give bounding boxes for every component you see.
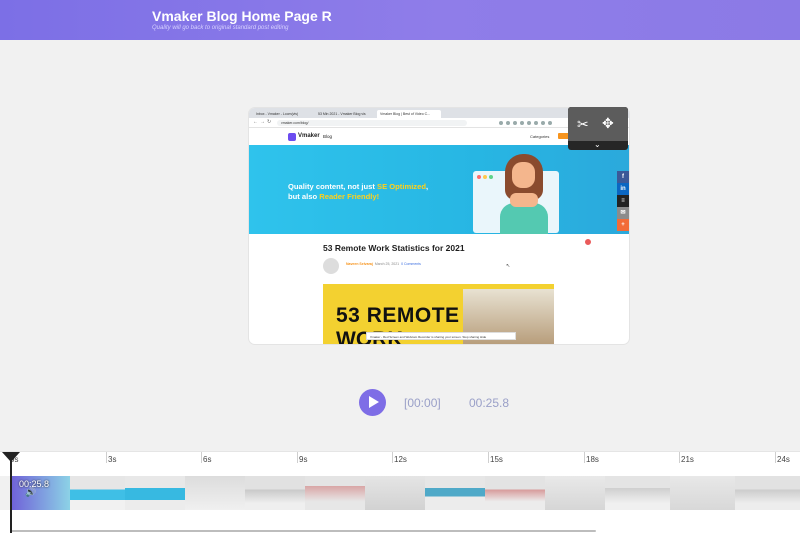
tick-label: 6s: [203, 455, 212, 464]
clip-frame: [185, 476, 245, 510]
browser-tab-active: Vmaker Blog | Best of Video C...: [377, 110, 441, 118]
clip-frame: [735, 476, 800, 510]
tick-label: 12s: [394, 455, 407, 464]
total-time: 00:25.8: [469, 396, 510, 410]
current-time: [00:00]: [404, 396, 441, 410]
clip-frame: [605, 476, 670, 510]
clip-frame: [670, 476, 735, 510]
timeline-scrollbar[interactable]: [10, 530, 596, 532]
clip-frame: [425, 476, 485, 510]
more-share-icon: +: [617, 219, 629, 231]
email-icon: ✉: [617, 207, 629, 219]
chevron-down-icon[interactable]: ⌄: [594, 140, 601, 149]
site-nav-categories: Categories: [530, 134, 550, 139]
browser-tab: Inbox - Vmaker - Loom(vis): [256, 112, 299, 116]
tick-label: 18s: [586, 455, 599, 464]
post-title: 53 Remote Work Statistics for 2021: [323, 243, 465, 253]
screen-share-notification: Vmaker - Red Screen and Webcam Recorder …: [366, 332, 516, 340]
play-button[interactable]: [359, 389, 386, 416]
facebook-icon: f: [617, 171, 629, 183]
clip-frame: [545, 476, 605, 510]
move-icon[interactable]: ✥: [602, 115, 614, 132]
clip-frame: [70, 476, 125, 510]
volume-icon[interactable]: 🔊: [25, 487, 37, 497]
extension-icons: [499, 121, 569, 125]
tick-label: 15s: [490, 455, 503, 464]
clip-frame: [365, 476, 425, 510]
app-header: Vmaker Blog Home Page R Quality will go …: [0, 0, 800, 40]
tick-label: 9s: [299, 455, 308, 464]
browser-tab: 53 Min 2021 - Vmaker Blog vis: [318, 112, 366, 116]
tick-label: 24s: [777, 455, 790, 464]
timeline-ruler[interactable]: 0s 3s 6s 9s 12s 15s 18s 21s 24s: [0, 451, 800, 476]
mouse-cursor-icon: ↖: [506, 263, 511, 269]
linkedin-icon: in: [617, 183, 629, 195]
tick-label: 3s: [108, 455, 117, 464]
post-meta: Naveen Selvaraj March 25, 2021 0 Comment…: [346, 262, 421, 266]
back-icon: ←: [253, 119, 258, 125]
reload-icon: ↻: [267, 119, 272, 125]
tick-label: 21s: [681, 455, 694, 464]
buffer-icon: ≡: [617, 195, 629, 207]
hero-line-2: but also Reader Friendly!: [288, 192, 380, 201]
share-bar: f in ≡ ✉ +: [617, 171, 629, 231]
clip-frame: [245, 476, 305, 510]
site-nav-blog: Blog: [323, 134, 333, 139]
clip-frame: [305, 476, 365, 510]
clip-frame: [485, 476, 545, 510]
author-avatar: [323, 258, 339, 274]
hero-line-1: Quality content, not just SE Optimized,: [288, 182, 429, 191]
record-icon: [582, 236, 594, 248]
playhead-line[interactable]: [10, 458, 12, 533]
video-clip-track[interactable]: [10, 476, 800, 510]
url-field: vmaker.com/blog/: [277, 120, 467, 126]
vmaker-logo-icon: [288, 133, 296, 141]
clip-frame: [125, 476, 185, 510]
scissors-icon[interactable]: ✂: [577, 116, 589, 133]
video-subtitle: Quality will go back to original standar…: [152, 25, 289, 31]
edit-floater: ✂ ✥ ⌄: [568, 107, 628, 150]
site-logo: Vmaker: [298, 133, 320, 139]
hero-banner: Quality content, not just SE Optimized, …: [249, 145, 629, 248]
thumbnail-heading: 53 REMOTE: [336, 304, 460, 327]
forward-icon: →: [260, 119, 265, 125]
video-title[interactable]: Vmaker Blog Home Page R: [152, 8, 332, 24]
